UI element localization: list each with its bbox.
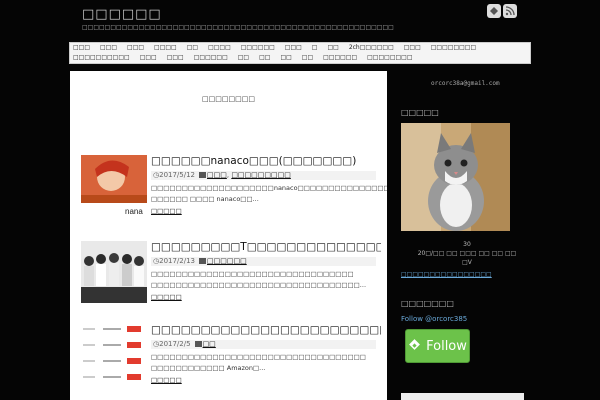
post-item: □□□□□□□□□□□□□□□□□□□□□□□□□□□ ◷2017/2/5□□ … xyxy=(81,324,381,394)
post-date: 2017/2/5 xyxy=(159,340,191,348)
folder-icon xyxy=(199,258,207,264)
folder-icon xyxy=(194,341,202,347)
nav-item[interactable]: □□□□ xyxy=(154,43,177,53)
svg-text:nana: nana xyxy=(125,207,143,216)
post-excerpt: □□□□□□□□□□□□□□□□□□□□□□□□□□□□□□□□□ □□□□□□… xyxy=(151,270,367,289)
feedly-icon xyxy=(408,338,421,355)
post-thumbnail[interactable] xyxy=(81,324,147,386)
follow-handle-link[interactable]: Follow @orcorc385 xyxy=(401,315,467,323)
sidebar-link[interactable]: □□□□□□□□□□□□□□□□ xyxy=(401,271,492,278)
read-more-link[interactable]: □□□□□ xyxy=(151,207,182,215)
post-item: □□□□□□□□□T□□□□□□□□□□□□□□ ◷2017/2/13 □□□□□… xyxy=(81,241,381,311)
feedly-icon[interactable] xyxy=(487,4,501,18)
profile-heading: □□□□□ xyxy=(401,108,439,117)
nav-item[interactable]: □□□□□□ xyxy=(194,53,228,63)
global-nav: □□□ □□□ □□□ □□□□ □□ □□□□ □□□□□□ □□□ □ □□ 2ch□□□□□□… xyxy=(69,42,531,64)
nav-item[interactable]: □□□ xyxy=(73,43,90,53)
page-heading: □□□□□□□□ xyxy=(202,95,255,103)
nav-item[interactable]: □□□□□□□□ xyxy=(367,53,412,63)
post-title[interactable]: □□□□□□nanaco□□□(□□□□□□□) xyxy=(151,155,381,167)
nav-item[interactable]: □□ xyxy=(238,53,249,63)
category-link[interactable]: □□ xyxy=(203,340,216,348)
follow-button-label: Follow xyxy=(426,338,467,354)
folder-icon xyxy=(199,172,207,178)
profile-caption-line: 30 xyxy=(463,241,471,248)
nav-item[interactable]: □□□□ xyxy=(208,43,231,53)
nav-item[interactable]: □□□ xyxy=(404,43,421,53)
follow-heading: □□□□□□□ xyxy=(401,299,454,308)
post-date: 2017/5/12 xyxy=(159,171,196,179)
nav-item[interactable]: □□□□□□□□□□ xyxy=(73,53,130,63)
category-link[interactable]: □□□□□□□□□ xyxy=(231,171,291,179)
post-excerpt: □□□□□□□□□□□□□□□□□□□□nanaco□□□□□□□□□□□□□□… xyxy=(151,184,387,203)
nav-item[interactable]: □□□□□□□□ xyxy=(431,43,476,53)
read-more-link[interactable]: □□□□□ xyxy=(151,293,182,301)
category-link[interactable]: □□□□□□ xyxy=(207,257,247,265)
sidebar-email: orcorc38a@gmail.com xyxy=(431,80,500,87)
nav-item[interactable]: □ xyxy=(312,43,318,53)
profile-caption-line: 20□/□□ □□ □□□ □□ □□ □□ □V xyxy=(417,250,517,266)
post-title[interactable]: □□□□□□□□□T□□□□□□□□□□□□□□ xyxy=(151,241,381,253)
rss-icon[interactable] xyxy=(503,4,517,18)
sidebar-widget xyxy=(401,393,524,400)
nav-item[interactable]: □□□ xyxy=(140,53,157,63)
nav-item[interactable]: □□□□□□ xyxy=(241,43,275,53)
nav-item[interactable]: □□ xyxy=(259,53,270,63)
site-description: □□□□□□□□□□□□□□□□□□□□□□□□□□□□□□□□□□□□□□□□… xyxy=(82,24,394,31)
nav-item[interactable]: 2ch□□□□□□ xyxy=(349,43,394,53)
nav-item[interactable]: □□ xyxy=(327,43,338,53)
post-thumbnail[interactable]: nana xyxy=(81,155,147,217)
post-meta: ◷2017/2/13 □□□□□□ xyxy=(151,257,376,266)
profile-caption: 30 20□/□□ □□ □□□ □□ □□ □□ □V xyxy=(412,240,522,267)
category-link[interactable]: □□□ xyxy=(207,171,227,179)
nav-item[interactable]: □□□□□□ xyxy=(323,53,357,63)
site-title[interactable]: □□□□□□ xyxy=(82,7,162,22)
feedly-follow-button[interactable]: Follow xyxy=(405,329,470,363)
nav-item[interactable]: □□ xyxy=(280,53,291,63)
nav-item[interactable]: □□□ xyxy=(127,43,144,53)
nav-item[interactable]: □□□ xyxy=(167,53,184,63)
nav-item[interactable]: □□□ xyxy=(285,43,302,53)
post-thumbnail[interactable] xyxy=(81,241,147,303)
post-date: 2017/2/13 xyxy=(159,257,196,265)
post-title[interactable]: □□□□□□□□□□□□□□□□□□□□□□□□□□□ xyxy=(151,324,381,336)
nav-item[interactable]: □□ xyxy=(187,43,198,53)
nav-item[interactable]: □□□ xyxy=(100,43,117,53)
post-excerpt: □□□□□□□□□□□□□□□□□□□□□□□□□□□□□□□□□□□ □□□□… xyxy=(151,353,366,372)
header-icons xyxy=(487,4,517,18)
nav-item[interactable]: □□ xyxy=(302,53,313,63)
read-more-link[interactable]: □□□□□ xyxy=(151,376,182,384)
main-content: □□□□□□□□ nana □□□□□□nanaco□□□(□□□□□□□) ◷… xyxy=(70,71,387,400)
post-meta: ◷2017/2/5 □□ xyxy=(151,340,376,349)
post-meta: ◷2017/5/12 □□□, □□□□□□□□□ xyxy=(151,171,376,180)
post-item: nana □□□□□□nanaco□□□(□□□□□□□) ◷2017/5/12… xyxy=(81,155,387,225)
profile-image xyxy=(401,123,510,231)
